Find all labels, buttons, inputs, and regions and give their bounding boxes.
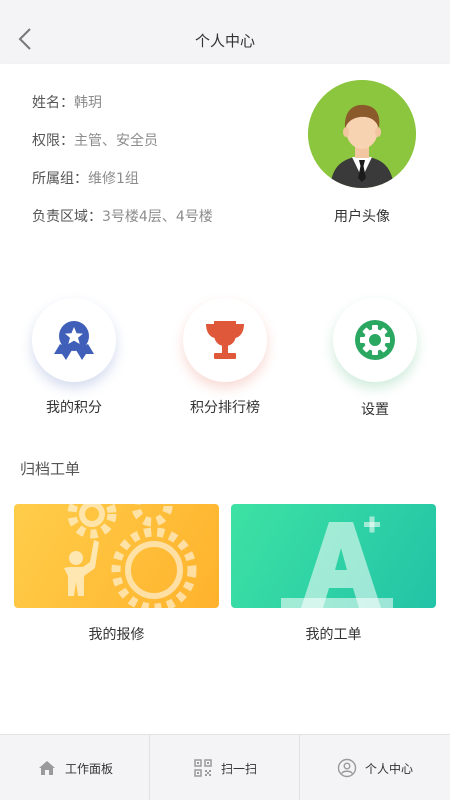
bottom-tab-bar: 工作面板 扫一扫 个人中心: [0, 734, 450, 800]
name-label: 姓名：: [32, 95, 74, 111]
group-value: 维修1组: [88, 171, 139, 187]
repair-gears-icon: [64, 504, 197, 608]
gear-icon: [355, 320, 395, 360]
trophy-icon: [206, 321, 244, 359]
letter-a-plus-icon: [281, 516, 393, 608]
tab-personal-center-label: 个人中心: [364, 761, 413, 776]
points-ranking-label: 积分排行榜: [190, 400, 260, 416]
my-repairs-label: 我的报修: [88, 627, 145, 643]
name-row: 姓名：韩玥: [32, 92, 102, 112]
name-value: 韩玥: [74, 95, 102, 111]
my-points-button[interactable]: [32, 298, 116, 382]
area-value: 3号楼4层、4号楼: [102, 209, 213, 225]
permission-label: 权限：: [32, 133, 74, 149]
avatar[interactable]: [308, 80, 416, 188]
top-bar: 个人中心: [0, 0, 450, 64]
area-label: 负责区域：: [32, 209, 102, 225]
group-row: 所属组：维修1组: [32, 168, 139, 188]
archive-section-title: 归档工单: [20, 460, 81, 478]
permission-value: 主管、安全员: [74, 133, 158, 149]
profile-card: 姓名：韩玥 权限：主管、安全员 所属组：维修1组 负责区域：3号楼4层、4号楼: [0, 64, 450, 254]
avatar-label: 用户头像: [334, 209, 390, 225]
home-icon: [38, 761, 55, 775]
medal-icon: [54, 321, 94, 360]
my-work-orders-card[interactable]: [231, 504, 436, 608]
tab-personal-center[interactable]: 个人中心: [300, 735, 450, 800]
my-repairs-card[interactable]: [14, 504, 219, 608]
main-content: 我的积分 积分排行榜 设置 归档工单 我的报修 我的工单: [0, 254, 450, 734]
settings-button[interactable]: [333, 298, 417, 382]
area-row: 负责区域：3号楼4层、4号楼: [32, 206, 213, 226]
permission-row: 权限：主管、安全员: [32, 130, 158, 150]
page-title: 个人中心: [194, 32, 255, 50]
my-work-orders-label: 我的工单: [305, 627, 362, 643]
tab-scan[interactable]: 扫一扫: [150, 735, 300, 800]
settings-label: 设置: [361, 402, 389, 418]
my-points-label: 我的积分: [46, 400, 102, 416]
user-icon: [337, 758, 357, 778]
group-label: 所属组：: [32, 171, 88, 187]
user-portrait-icon: [308, 80, 416, 188]
points-ranking-button[interactable]: [183, 298, 267, 382]
tab-scan-label: 扫一扫: [220, 761, 257, 776]
qr-scan-icon: [194, 759, 212, 777]
tab-work-panel[interactable]: 工作面板: [0, 735, 150, 800]
tab-work-panel-label: 工作面板: [64, 761, 113, 776]
